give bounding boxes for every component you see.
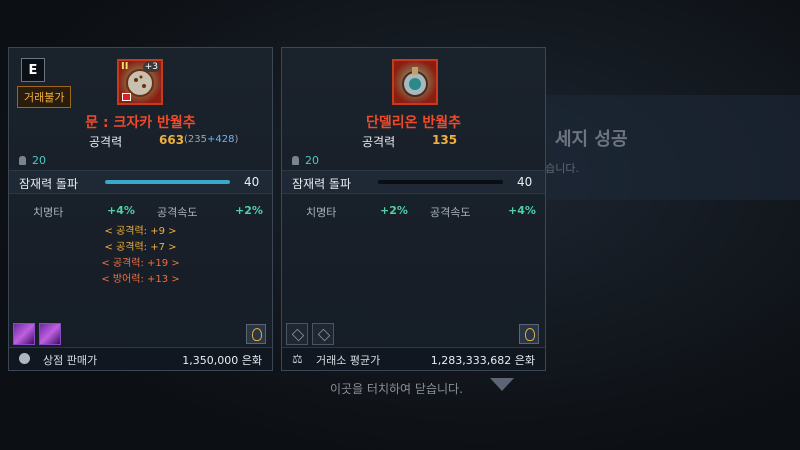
potential-bar-fill xyxy=(105,180,230,184)
grade-badge: E xyxy=(21,58,45,82)
attack-value: 135 xyxy=(432,133,458,147)
pendant-icon xyxy=(392,59,438,105)
crit-value: +2% xyxy=(380,204,408,217)
item-card-equipped: E 거래불가 II +3 문 : 크자카 반월추 공격력 663 (235+42… xyxy=(8,47,273,371)
empty-gem-slot-icon[interactable] xyxy=(286,323,308,345)
potential-value: 40 xyxy=(517,175,533,189)
attack-speed-label: 공격속도 xyxy=(157,206,198,219)
potential-label: 잠재력 돌파 xyxy=(19,177,79,191)
potential-row: 잠재력 돌파 40 xyxy=(282,170,545,194)
attack-value: 663 xyxy=(159,133,185,147)
moon-pendant-icon: II +3 xyxy=(117,59,163,105)
lock-icon xyxy=(122,93,131,101)
level-value: 20 xyxy=(32,154,46,167)
attack-breakdown: (235+428) xyxy=(184,134,239,145)
price-label: 거래소 평균가 xyxy=(316,354,381,367)
money-bag-icon xyxy=(19,353,30,364)
item-name: 문 : 크자카 반월추 xyxy=(85,115,196,131)
attack-label: 공격력 xyxy=(362,135,396,149)
attack-speed-value: +2% xyxy=(235,204,263,217)
crit-label: 치명타 xyxy=(306,206,337,219)
empty-gem-slot-icon[interactable] xyxy=(312,323,334,345)
attack-bonus: +428 xyxy=(207,134,235,145)
pawn-icon xyxy=(19,156,26,165)
crit-value: +4% xyxy=(107,204,135,217)
item-name: 단델리온 반월추 xyxy=(365,115,462,131)
price-label: 상점 판매가 xyxy=(43,354,98,367)
attack-speed-label: 공격속도 xyxy=(430,206,471,219)
engraving-line: < 공격력: +19 > xyxy=(101,258,180,269)
tier-mark: II xyxy=(121,61,129,72)
engraving-line: < 공격력: +7 > xyxy=(104,242,177,253)
engraving-list: < 공격력: +9 > < 공격력: +7 > < 공격력: +19 > < 방… xyxy=(9,224,272,288)
price-value: 1,283,333,682 은화 xyxy=(430,354,535,367)
item-card-compare: 단델리온 반월추 공격력 135 20 잠재력 돌파 40 치명타 +2% 공격… xyxy=(281,47,546,371)
pawn-icon xyxy=(292,156,299,165)
price-row: 상점 판매가 1,350,000 은화 xyxy=(9,347,272,370)
rune-stone-icon[interactable] xyxy=(246,324,266,344)
upgrade-level: +3 xyxy=(142,62,160,72)
potential-value: 40 xyxy=(244,175,260,189)
potential-bar xyxy=(105,180,230,184)
potential-row: 잠재력 돌파 40 xyxy=(9,170,272,194)
rune-stone-icon[interactable] xyxy=(519,324,539,344)
attack-base: 235 xyxy=(187,134,207,145)
price-value: 1,350,000 은화 xyxy=(182,354,262,367)
background-title: 세지 성공 xyxy=(555,129,628,150)
price-row: ⚖ 거래소 평균가 1,283,333,682 은화 xyxy=(282,347,545,370)
level-value: 20 xyxy=(305,154,319,167)
level-indicator: 20 xyxy=(292,154,319,167)
trade-restricted-badge: 거래불가 xyxy=(17,86,72,108)
potential-bar xyxy=(378,180,503,184)
purple-gem-icon[interactable] xyxy=(39,323,61,345)
purple-gem-icon[interactable] xyxy=(13,323,35,345)
engraving-line: < 방어력: +13 > xyxy=(101,274,180,285)
potential-label: 잠재력 돌파 xyxy=(292,177,352,191)
close-hint[interactable]: 이곳을 터치하여 닫습니다. xyxy=(330,380,463,397)
attack-speed-value: +4% xyxy=(508,204,536,217)
scale-icon: ⚖ xyxy=(292,352,303,366)
crit-label: 치명타 xyxy=(33,206,64,219)
down-arrow-icon[interactable] xyxy=(490,378,514,391)
attack-label: 공격력 xyxy=(89,135,123,149)
level-indicator: 20 xyxy=(19,154,46,167)
engraving-line: < 공격력: +9 > xyxy=(104,226,177,237)
